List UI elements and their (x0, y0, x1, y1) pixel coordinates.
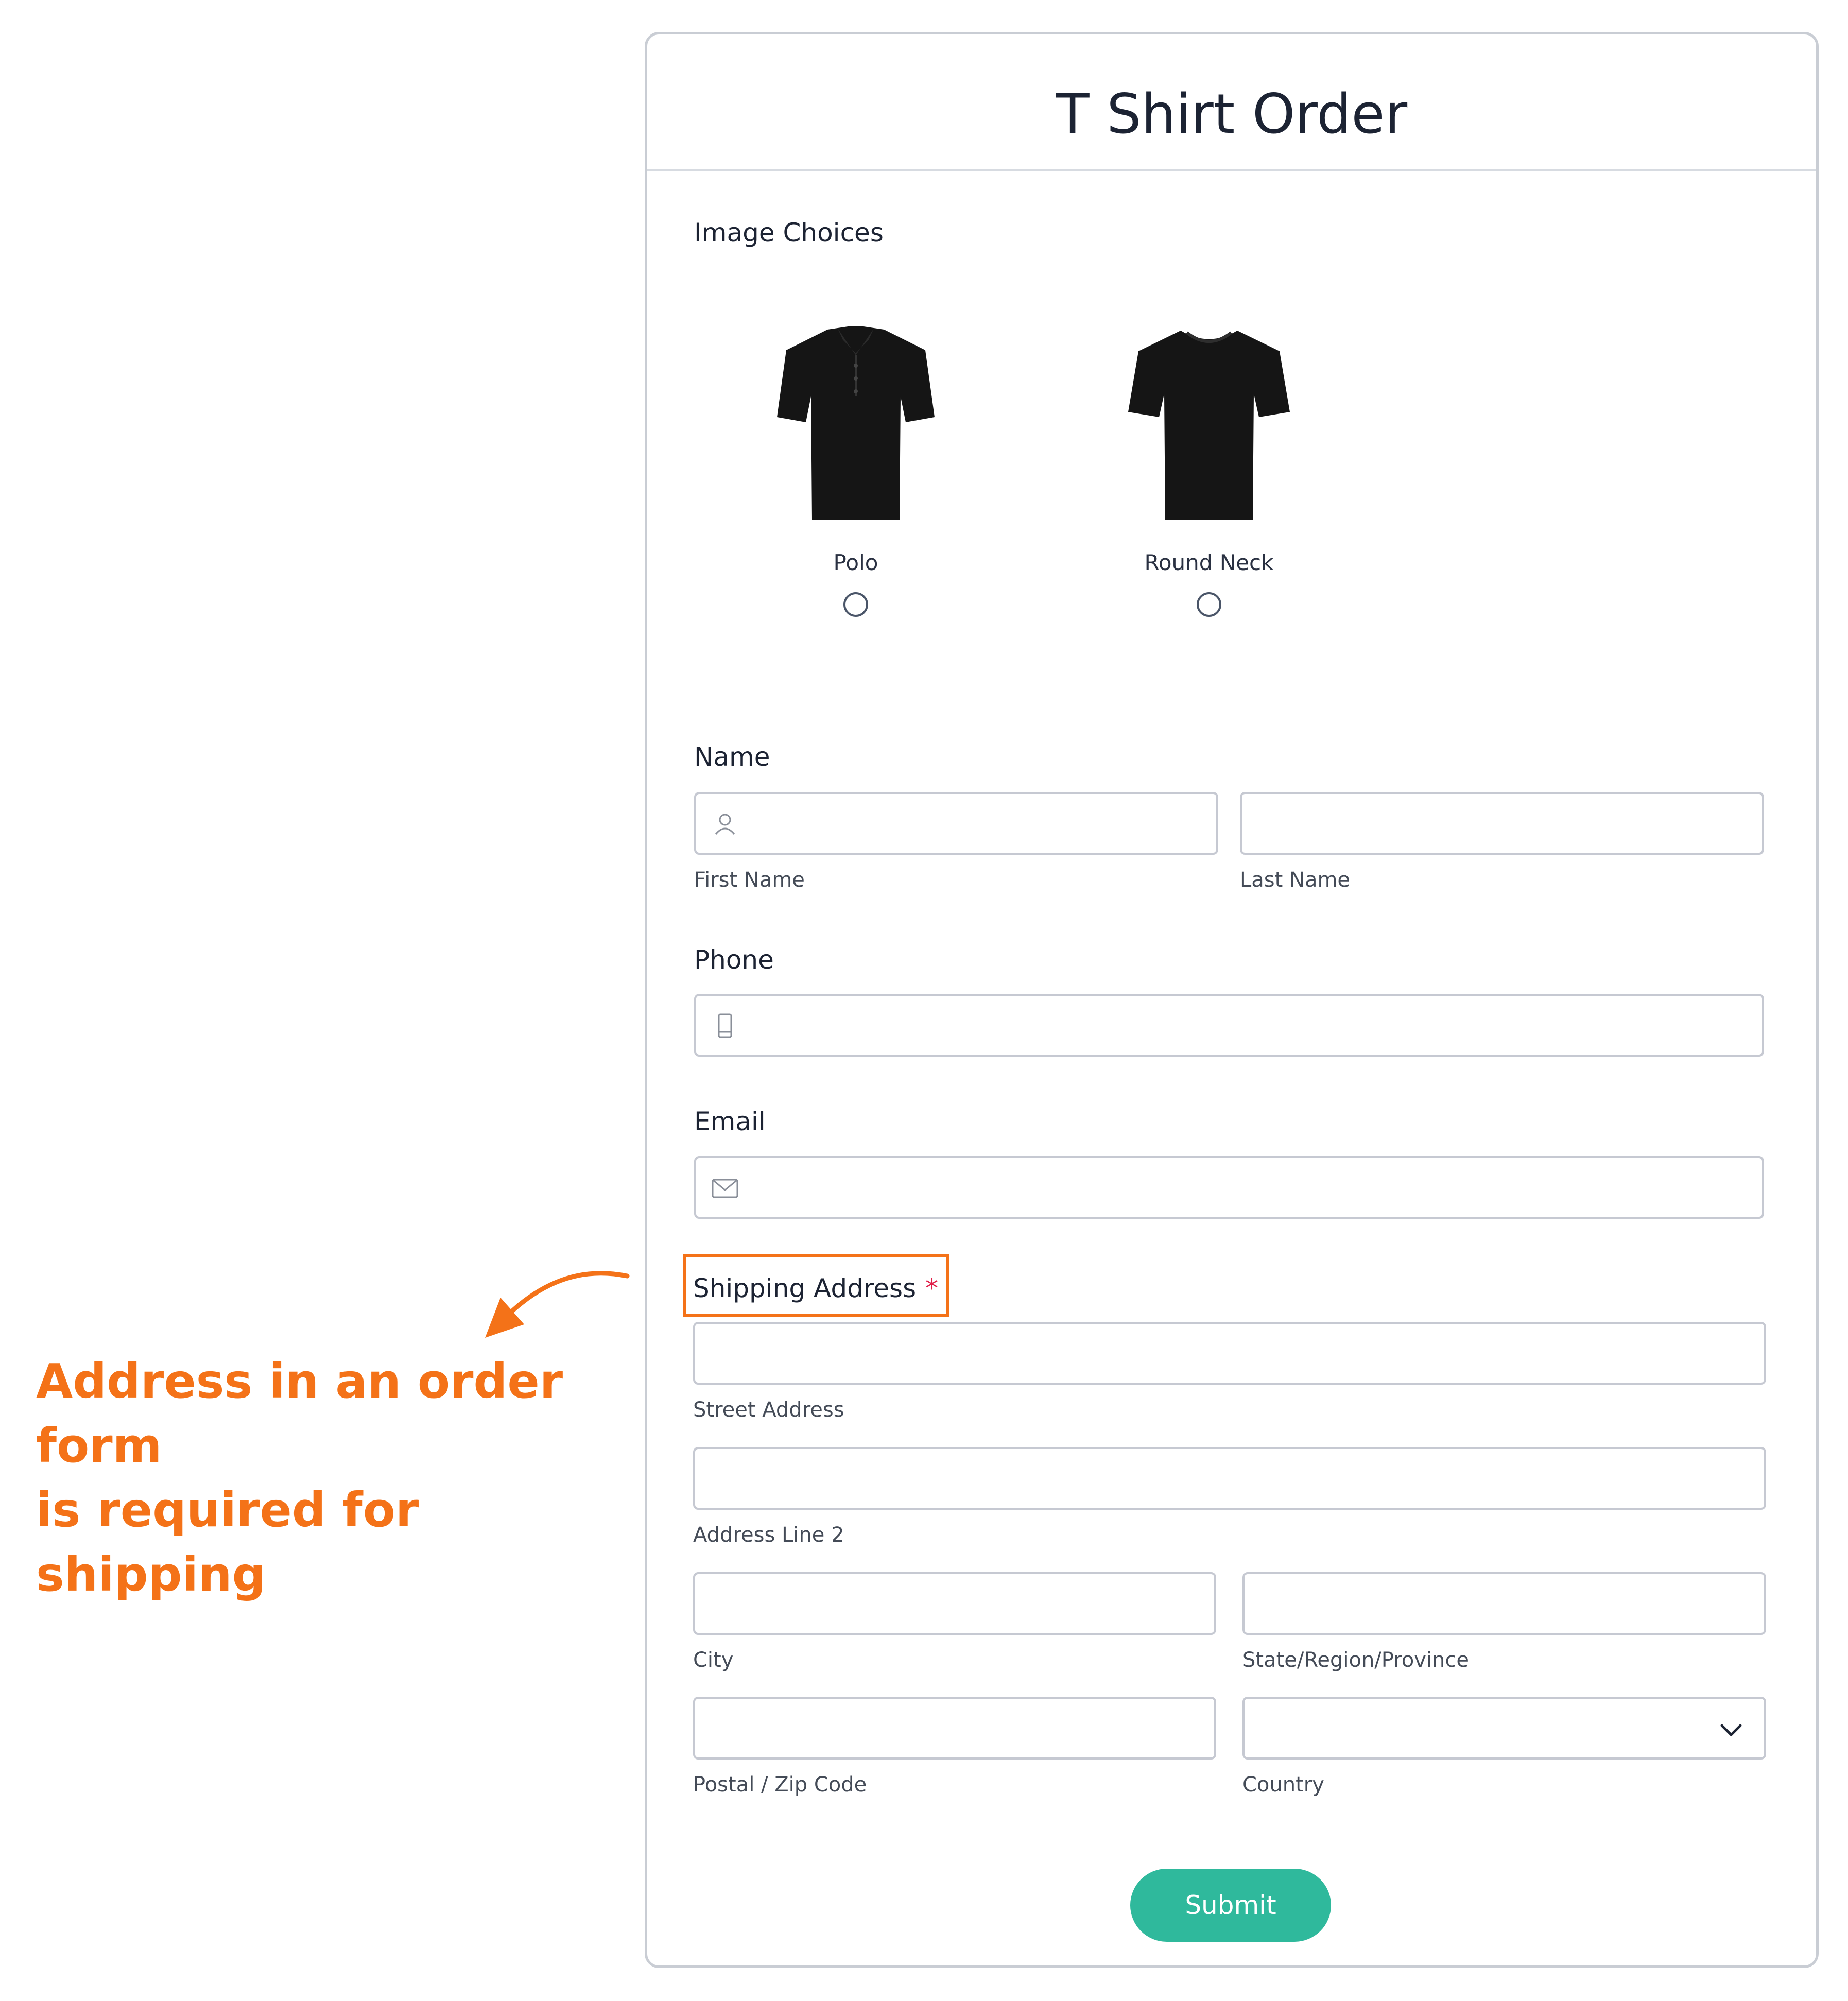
email-label: Email (694, 1107, 766, 1136)
state-sublabel: State/Region/Province (1242, 1648, 1469, 1672)
street-address-sublabel: Street Address (693, 1398, 844, 1422)
shipping-address-label-text: Shipping Address (693, 1273, 917, 1303)
radio-polo[interactable] (843, 592, 868, 617)
required-asterisk: * (925, 1273, 939, 1303)
choice-label-polo: Polo (833, 550, 878, 575)
round-neck-shirt-icon (1128, 331, 1290, 520)
annotation-arrow-icon (485, 1271, 630, 1338)
city-input[interactable] (693, 1572, 1216, 1635)
address-line-2-input[interactable] (693, 1447, 1766, 1510)
country-select[interactable] (1242, 1697, 1766, 1760)
form-header: T Shirt Order (647, 34, 1816, 171)
annotation-text: Address in an order form is required for… (36, 1349, 633, 1607)
radio-round-neck[interactable] (1197, 592, 1221, 617)
first-name-input[interactable] (694, 792, 1218, 855)
choice-round-neck[interactable]: Round Neck (1101, 324, 1317, 644)
country-sublabel: Country (1242, 1773, 1324, 1797)
phone-icon (718, 1013, 732, 1038)
last-name-input[interactable] (1240, 792, 1764, 855)
address-line-2-sublabel: Address Line 2 (693, 1523, 844, 1547)
shipping-address-label: Shipping Address * (693, 1273, 938, 1304)
postal-code-input[interactable] (693, 1697, 1216, 1760)
last-name-sublabel: Last Name (1240, 868, 1351, 892)
submit-button[interactable]: Submit (1130, 1869, 1331, 1942)
form-title: T Shirt Order (1056, 82, 1408, 146)
image-choices-label: Image Choices (694, 218, 884, 248)
chevron-down-icon (1720, 1724, 1742, 1736)
annotation-line-1: Address in an order form (36, 1354, 563, 1473)
first-name-sublabel: First Name (694, 868, 805, 892)
postal-code-sublabel: Postal / Zip Code (693, 1773, 867, 1797)
polo-shirt-icon (777, 326, 935, 520)
street-address-input[interactable] (693, 1322, 1766, 1385)
state-input[interactable] (1242, 1572, 1766, 1635)
phone-label: Phone (694, 945, 774, 975)
annotation-line-2: is required for shipping (36, 1482, 419, 1602)
choice-label-round-neck: Round Neck (1144, 550, 1274, 575)
user-icon (715, 814, 735, 835)
name-label: Name (694, 742, 770, 772)
email-input[interactable] (694, 1156, 1764, 1219)
choice-polo[interactable]: Polo (748, 324, 964, 644)
city-sublabel: City (693, 1648, 734, 1672)
mail-icon (712, 1179, 738, 1198)
phone-input[interactable] (694, 994, 1764, 1057)
